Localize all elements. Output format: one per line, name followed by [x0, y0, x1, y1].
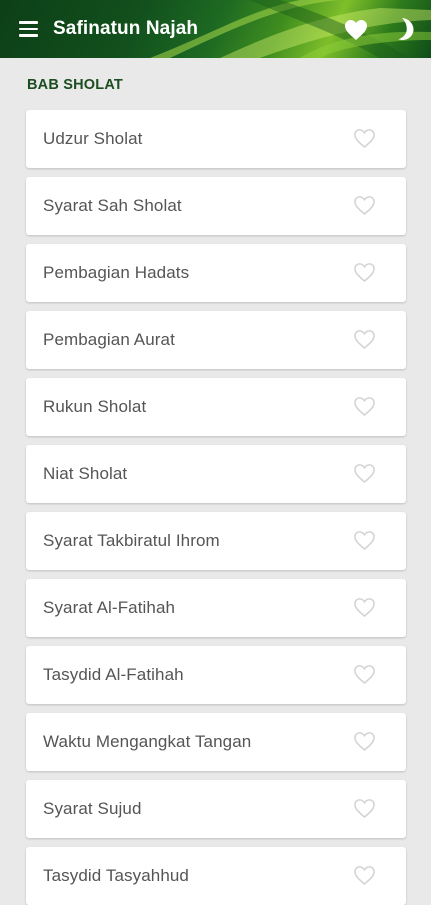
night-mode-button[interactable] — [394, 17, 416, 41]
list-item[interactable]: Udzur Sholat — [26, 110, 406, 168]
favorite-toggle[interactable] — [353, 865, 376, 886]
heart-outline-icon — [354, 196, 375, 216]
heart-outline-icon — [354, 129, 375, 149]
list-item-label: Rukun Sholat — [43, 397, 147, 416]
heart-filled-icon — [345, 20, 367, 40]
heart-outline-icon — [354, 732, 375, 752]
list-item[interactable]: Niat Sholat — [26, 445, 406, 503]
menu-icon-bar — [19, 27, 38, 30]
favorites-button[interactable] — [344, 19, 368, 41]
heart-outline-icon — [354, 799, 375, 819]
list-item-label: Syarat Sujud — [43, 799, 142, 818]
app-bar: Safinatun Najah — [0, 0, 431, 58]
list-item[interactable]: Rukun Sholat — [26, 378, 406, 436]
heart-outline-icon — [354, 598, 375, 618]
list-item[interactable]: Syarat Sujud — [26, 780, 406, 838]
heart-outline-icon — [354, 464, 375, 484]
favorite-toggle[interactable] — [353, 798, 376, 819]
list-item[interactable]: Tasydid Al-Fatihah — [26, 646, 406, 704]
menu-icon-bar — [19, 34, 38, 37]
favorite-toggle[interactable] — [353, 195, 376, 216]
favorite-toggle[interactable] — [353, 329, 376, 350]
list-item-label: Waktu Mengangkat Tangan — [43, 732, 252, 751]
heart-outline-icon — [354, 531, 375, 551]
heart-outline-icon — [354, 263, 375, 283]
heart-outline-icon — [354, 330, 375, 350]
list-item[interactable]: Pembagian Hadats — [26, 244, 406, 302]
favorite-toggle[interactable] — [353, 262, 376, 283]
list-item[interactable]: Waktu Mengangkat Tangan — [26, 713, 406, 771]
heart-outline-icon — [354, 665, 375, 685]
list-item[interactable]: Tasydid Tasyahhud — [26, 847, 406, 905]
list-item-label: Pembagian Hadats — [43, 263, 190, 282]
favorite-toggle[interactable] — [353, 731, 376, 752]
list-item-label: Syarat Sah Sholat — [43, 196, 182, 215]
section-title: BAB SHOLAT — [27, 77, 123, 93]
app-title: Safinatun Najah — [53, 18, 199, 39]
list-item[interactable]: Syarat Al-Fatihah — [26, 579, 406, 637]
list-item[interactable]: Syarat Sah Sholat — [26, 177, 406, 235]
favorite-toggle[interactable] — [353, 664, 376, 685]
heart-outline-icon — [354, 397, 375, 417]
list-item-label: Pembagian Aurat — [43, 330, 175, 349]
list-item-label: Udzur Sholat — [43, 129, 143, 148]
list-item-label: Syarat Takbiratul Ihrom — [43, 531, 220, 550]
favorite-toggle[interactable] — [353, 463, 376, 484]
favorite-toggle[interactable] — [353, 128, 376, 149]
list-item-label: Syarat Al-Fatihah — [43, 598, 176, 617]
heart-outline-icon — [354, 866, 375, 886]
crescent-moon-icon — [398, 18, 414, 40]
list-item[interactable]: Syarat Takbiratul Ihrom — [26, 512, 406, 570]
list-item-label: Niat Sholat — [43, 464, 128, 483]
favorite-toggle[interactable] — [353, 396, 376, 417]
favorite-toggle[interactable] — [353, 597, 376, 618]
list-item-label: Tasydid Tasyahhud — [43, 866, 189, 885]
menu-button[interactable] — [19, 21, 39, 37]
list-item-label: Tasydid Al-Fatihah — [43, 665, 184, 684]
menu-icon-bar — [19, 21, 38, 24]
list-item[interactable]: Pembagian Aurat — [26, 311, 406, 369]
favorite-toggle[interactable] — [353, 530, 376, 551]
